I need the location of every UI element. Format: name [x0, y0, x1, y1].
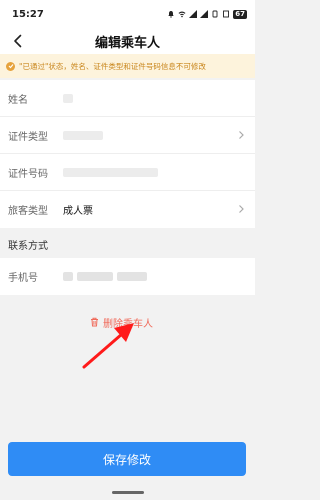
vibrate-icon: [212, 10, 218, 18]
id-number-value: [63, 167, 247, 177]
phone-value-redacted: [77, 272, 113, 281]
status-time: 15:27: [12, 8, 44, 20]
nav-bar: 编辑乘车人: [0, 28, 255, 54]
id-type-value-redacted: [63, 130, 103, 140]
passenger-type-label: 旅客类型: [8, 206, 48, 217]
phone-value-redacted: [63, 272, 73, 281]
battery-indicator: 67: [233, 9, 247, 19]
name-value-redacted: [63, 93, 73, 103]
back-button[interactable]: [8, 31, 28, 51]
chevron-left-icon: [14, 34, 22, 48]
name-value: [63, 93, 247, 103]
id-type-value: [63, 130, 247, 140]
id-type-row[interactable]: 证件类型: [0, 117, 255, 154]
passenger-type-value: 成人票: [63, 206, 93, 217]
id-type-label: 证件类型: [8, 131, 48, 143]
phone-value-redacted: [117, 272, 147, 281]
wifi-icon: [178, 11, 186, 18]
chevron-right-icon: [239, 205, 244, 213]
id-number-row: 证件号码: [0, 154, 255, 191]
name-row: 姓名: [0, 80, 255, 117]
sim-icon: [223, 10, 230, 18]
contact-section-header: 联系方式: [0, 230, 255, 258]
red-arrow-icon: [82, 323, 134, 369]
notice-text: "已通过"状态，姓名、证件类型和证件号码信息不可修改: [19, 61, 206, 71]
check-circle-icon: [6, 61, 15, 71]
status-icons: 67: [167, 9, 247, 19]
page-title: 编辑乘车人: [94, 35, 160, 51]
name-label: 姓名: [8, 94, 28, 106]
id-number-value-redacted: [63, 167, 158, 177]
passenger-form: 姓名 证件类型 证件号码 旅客类型 成人票: [0, 80, 255, 228]
signal-icon-1: [189, 10, 198, 18]
passenger-type-row[interactable]: 旅客类型 成人票: [0, 191, 255, 228]
chevron-right-icon: [239, 131, 244, 139]
status-bar: 15:27 67: [0, 0, 255, 28]
home-indicator: [112, 491, 144, 494]
id-number-label: 证件号码: [8, 168, 48, 180]
bell-icon: [168, 11, 174, 18]
phone-label: 手机号: [8, 273, 38, 284]
phone-row[interactable]: 手机号: [0, 258, 255, 295]
notice-banner: "已通过"状态，姓名、证件类型和证件号码信息不可修改: [0, 54, 255, 78]
contact-section-title: 联系方式: [8, 240, 48, 252]
phone-value[interactable]: [63, 272, 247, 281]
save-button[interactable]: 保存修改: [8, 442, 246, 476]
signal-icon-2: [200, 10, 209, 18]
contact-form: 手机号: [0, 258, 255, 295]
